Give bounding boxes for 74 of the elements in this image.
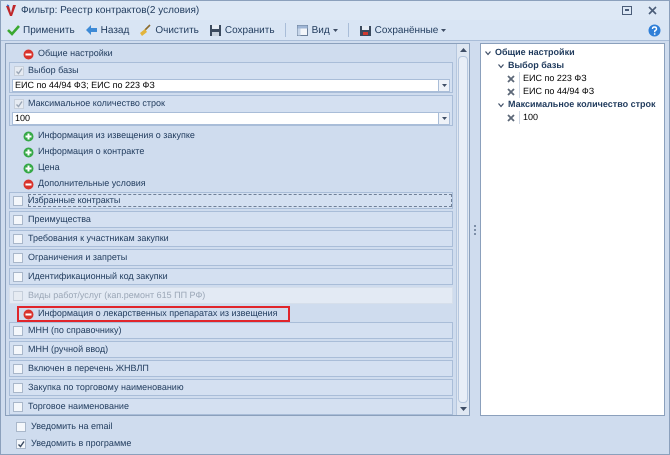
remove-icon[interactable] — [507, 114, 515, 122]
chevron-down-icon[interactable] — [498, 62, 504, 68]
toolbar-button[interactable]: Сохранённые — [356, 21, 448, 39]
tree-node[interactable]: Выбор базы — [508, 58, 564, 72]
tree-leaf: ЕИС по 44/94 ФЗ — [519, 84, 594, 98]
checkbox[interactable] — [13, 382, 23, 392]
checkbox[interactable] — [13, 402, 23, 412]
check-icon — [7, 24, 20, 36]
checkbox[interactable] — [13, 272, 23, 282]
app-icon — [5, 4, 17, 18]
toolbar-button[interactable]: Назад — [82, 21, 132, 39]
dropdown-arrow-icon[interactable] — [442, 84, 446, 87]
combo-box[interactable]: 100 — [12, 112, 450, 125]
checkbox[interactable] — [13, 234, 23, 244]
expand-icon[interactable] — [23, 146, 34, 158]
filter-row[interactable]: Торговое наименование — [9, 398, 453, 415]
toolbar-button[interactable]: Применить — [5, 21, 77, 39]
window-title: Фильтр: Реестр контрактов(2 условия) — [21, 4, 200, 18]
help-icon[interactable] — [648, 24, 661, 36]
filter-row[interactable]: Ограничения и запреты — [9, 249, 453, 266]
filter-row[interactable]: Закупка по торговому наименованию — [9, 379, 453, 396]
collapse-icon[interactable] — [23, 308, 34, 320]
section-header[interactable]: Общие настройки — [38, 47, 113, 61]
back-arrow-icon — [84, 24, 98, 36]
tree-node[interactable]: Общие настройки — [495, 46, 575, 60]
section-header[interactable]: Дополнительные условия — [38, 177, 146, 191]
filter-row[interactable]: МНН (ручной ввод) — [9, 341, 453, 358]
section-header[interactable]: Цена — [38, 161, 60, 175]
checkbox[interactable] — [13, 326, 23, 336]
toolbar-button[interactable]: Очистить — [137, 21, 201, 39]
close-icon[interactable] — [648, 6, 657, 15]
checkbox[interactable] — [13, 252, 23, 262]
chevron-down-icon[interactable] — [485, 50, 491, 56]
expand-icon[interactable] — [23, 162, 34, 174]
scroll-up-icon[interactable] — [460, 48, 466, 52]
scroll-down-icon[interactable] — [460, 407, 466, 411]
broom-icon — [139, 24, 152, 36]
section-header[interactable]: Информация из извещения о закупке — [38, 129, 195, 143]
combo-box[interactable]: ЕИС по 44/94 ФЗ; ЕИС по 223 ФЗ — [12, 79, 450, 92]
checkbox[interactable] — [13, 344, 23, 354]
window-layout-icon — [296, 24, 309, 36]
restore-icon[interactable] — [622, 6, 632, 15]
tree-node[interactable]: Максимальное количество строк — [508, 98, 656, 112]
filter-label: Выбор базы — [28, 64, 79, 78]
chevron-down-icon[interactable] — [498, 102, 504, 108]
filter-row[interactable]: МНН (по справочнику) — [9, 322, 453, 339]
filter-row: Виды работ/услуг (кап.ремонт 615 ПП РФ) — [9, 287, 453, 304]
expand-icon[interactable] — [23, 130, 34, 142]
tree-leaf: ЕИС по 223 ФЗ — [519, 72, 587, 86]
remove-icon[interactable] — [507, 74, 515, 82]
checkbox[interactable] — [13, 214, 23, 224]
filter-label: Максимальное количество строк — [28, 97, 165, 110]
section-header[interactable]: Информация о лекарственных препаратах из извещения — [38, 307, 278, 321]
checkbox-label[interactable]: Уведомить в программе — [31, 436, 132, 450]
checkbox-label[interactable]: Уведомить на email — [31, 420, 112, 434]
filter-row[interactable]: Идентификационный код закупки — [9, 268, 453, 285]
saved-filters-icon — [358, 24, 372, 36]
tree-leaf: 100 — [519, 110, 538, 124]
filter-row[interactable]: Включен в перечень ЖНВЛП — [9, 360, 453, 377]
checkbox[interactable] — [16, 422, 26, 432]
collapse-icon[interactable] — [23, 178, 34, 190]
toolbar-button[interactable]: Вид — [294, 21, 340, 39]
filter-row[interactable]: Избранные контракты — [9, 192, 453, 209]
collapse-icon[interactable] — [23, 48, 34, 60]
dropdown-arrow-icon[interactable] — [442, 117, 446, 120]
toolbar-button[interactable]: Сохранить — [206, 21, 277, 39]
filter-row[interactable]: Преимущества — [9, 211, 453, 228]
scrollbar[interactable] — [456, 44, 469, 415]
checkbox[interactable] — [16, 438, 26, 448]
checkbox[interactable] — [13, 364, 23, 374]
remove-icon[interactable] — [507, 88, 515, 96]
filter-row[interactable]: Требования к участникам закупки — [9, 230, 453, 247]
checkbox[interactable] — [13, 196, 23, 206]
section-header[interactable]: Информация о контракте — [38, 145, 144, 159]
